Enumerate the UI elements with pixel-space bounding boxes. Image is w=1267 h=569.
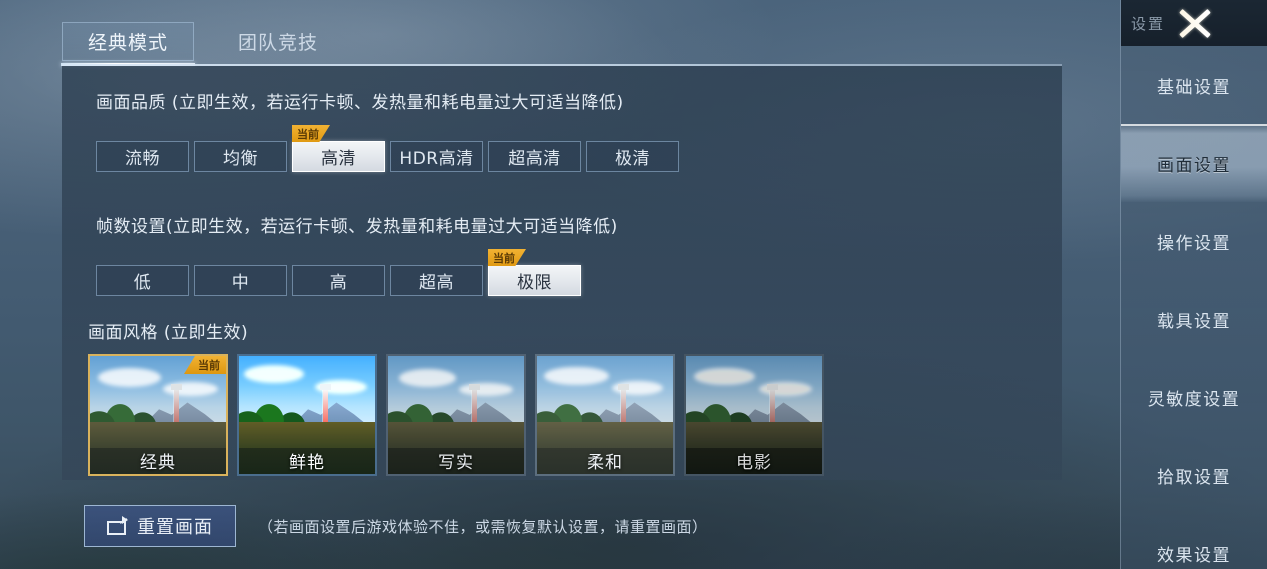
thumb-field (239, 422, 375, 449)
sidebar-item-basic-label: 基础设置 (1157, 77, 1231, 98)
quality-option-ultra-clear-label: 极清 (615, 149, 650, 169)
thumb-field (537, 422, 673, 449)
style-option-cinematic[interactable]: 电影 (684, 354, 824, 476)
framerate-option-ultra-label: 超高 (419, 273, 454, 293)
style-option-realistic[interactable]: 写实 (386, 354, 526, 476)
framerate-option-extreme-label: 极限 (517, 273, 552, 293)
framerate-option-medium-label: 中 (231, 273, 250, 293)
sidebar-item-effects[interactable]: 效果设置 (1121, 514, 1267, 569)
quality-option-uhd-label: 超高清 (508, 149, 561, 169)
settings-sidebar: 设置 基础设置 画面设置 操作设置 载具设置 灵敏度设置 拾取设置 效果设置 (1120, 0, 1267, 569)
sidebar-item-effects-label: 效果设置 (1157, 545, 1231, 566)
sidebar-item-vehicle-label: 载具设置 (1157, 311, 1231, 332)
quality-option-ultra-clear[interactable]: 极清 (586, 141, 679, 172)
thumb-cloud (98, 367, 161, 387)
framerate-option-ultra[interactable]: 超高 (390, 265, 483, 296)
style-option-classic-label: 经典 (140, 453, 176, 473)
tab-classic-mode[interactable]: 经典模式 (61, 22, 195, 66)
style-option-classic[interactable]: 当前 经典 (88, 354, 228, 476)
framerate-option-high[interactable]: 高 (292, 265, 385, 296)
thumb-cloud (398, 368, 456, 387)
sidebar-item-pickup[interactable]: 拾取设置 (1121, 436, 1267, 514)
sidebar-item-pickup-label: 拾取设置 (1157, 467, 1231, 488)
quality-option-smooth-label: 流畅 (125, 149, 160, 169)
framerate-section-title: 帧数设置(立即生效，若运行卡顿、发热量和耗电量过大可适当降低) (96, 217, 618, 237)
tab-team-deathmatch-label: 团队竞技 (237, 32, 318, 54)
sidebar-item-graphics[interactable]: 画面设置 (1121, 124, 1267, 202)
tab-team-deathmatch[interactable]: 团队竞技 (212, 22, 344, 61)
sidebar-item-basic[interactable]: 基础设置 (1121, 46, 1267, 124)
style-options: 当前 经典 鲜艳 写实 柔和 电影 (88, 354, 824, 476)
style-option-vivid[interactable]: 鲜艳 (237, 354, 377, 476)
style-option-soft-label: 柔和 (587, 453, 623, 473)
sidebar-header: 设置 (1121, 0, 1267, 46)
style-option-vivid-label: 鲜艳 (289, 453, 325, 473)
sidebar-item-controls[interactable]: 操作设置 (1121, 202, 1267, 280)
framerate-option-medium[interactable]: 中 (194, 265, 287, 296)
sidebar-item-sensitivity[interactable]: 灵敏度设置 (1121, 358, 1267, 436)
quality-option-hdr-hd-label: HDR高清 (399, 149, 474, 169)
reset-screen-button[interactable]: 重置画面 (84, 505, 236, 547)
sidebar-item-controls-label: 操作设置 (1157, 233, 1231, 254)
quality-option-hd-label: 高清 (321, 149, 356, 169)
framerate-options: 低 中 高 超高 当前 极限 (96, 249, 581, 296)
reset-screen-icon (107, 515, 129, 535)
framerate-option-extreme[interactable]: 当前 极限 (488, 249, 581, 296)
quality-option-balanced-label: 均衡 (223, 149, 258, 169)
quality-option-uhd[interactable]: 超高清 (488, 141, 581, 172)
reset-row: 重置画面 （若画面设置后游戏体验不佳，或需恢复默认设置，请重置画面） (84, 505, 708, 547)
quality-option-hd[interactable]: 当前 高清 (292, 125, 385, 172)
sidebar-title: 设置 (1131, 14, 1166, 33)
framerate-option-low-label: 低 (133, 273, 152, 293)
style-option-cinematic-label: 电影 (736, 453, 772, 473)
sidebar-item-sensitivity-label: 灵敏度设置 (1147, 389, 1241, 410)
tab-classic-mode-label: 经典模式 (87, 32, 168, 54)
quality-option-hdr-hd[interactable]: HDR高清 (390, 141, 483, 172)
framerate-current-badge: 当前 (488, 249, 526, 266)
framerate-option-high-label: 高 (329, 273, 348, 293)
quality-options: 流畅 均衡 当前 高清 HDR高清 超高清 极清 (96, 125, 679, 172)
style-section-title: 画面风格 (立即生效) (88, 323, 249, 343)
close-icon[interactable] (1173, 2, 1217, 44)
thumb-field (388, 422, 524, 449)
quality-section-title: 画面品质 (立即生效，若运行卡顿、发热量和耗电量过大可适当降低) (96, 93, 624, 113)
quality-option-smooth[interactable]: 流畅 (96, 141, 189, 172)
quality-option-balanced[interactable]: 均衡 (194, 141, 287, 172)
graphics-settings-panel: 画面品质 (立即生效，若运行卡顿、发热量和耗电量过大可适当降低) 流畅 均衡 当… (62, 66, 1062, 480)
thumb-cloud (458, 383, 514, 397)
style-option-soft[interactable]: 柔和 (535, 354, 675, 476)
quality-current-badge: 当前 (292, 125, 330, 142)
framerate-option-low[interactable]: 低 (96, 265, 189, 296)
thumb-field (686, 422, 822, 449)
reset-screen-button-label: 重置画面 (137, 517, 213, 538)
reset-hint-text: （若画面设置后游戏体验不佳，或需恢复默认设置，请重置画面） (258, 517, 708, 536)
thumb-field (90, 422, 226, 449)
sidebar-item-vehicle[interactable]: 载具设置 (1121, 280, 1267, 358)
style-option-realistic-label: 写实 (438, 453, 474, 473)
mode-tabs: 经典模式 团队竞技 (61, 22, 344, 66)
sidebar-item-graphics-label: 画面设置 (1157, 155, 1231, 176)
